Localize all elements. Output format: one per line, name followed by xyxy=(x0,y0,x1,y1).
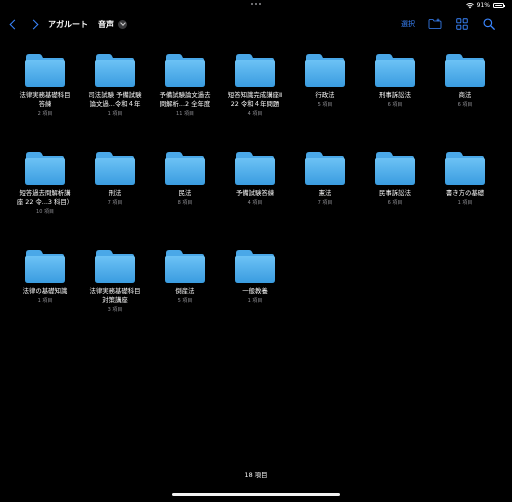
folder-item[interactable]: 法律実務基礎科目 答練 2 項目 xyxy=(10,52,80,150)
folder-item-count: 1 項目 xyxy=(107,111,123,117)
chevron-right-icon xyxy=(28,19,39,29)
folder-icon xyxy=(375,54,415,87)
item-count-footer: 18 項目 xyxy=(244,471,268,479)
folder-icon xyxy=(25,250,65,283)
folder-item-count: 2 項目 xyxy=(37,111,53,117)
folder-icon xyxy=(165,152,205,185)
folder-name: 倒産法 xyxy=(175,287,195,295)
folder-item[interactable]: 刑法 7 項目 xyxy=(80,150,150,248)
files-app-window: 91% アガルート 音声 選択 法律実務基礎科目 答練 2 項目 司法試験 予備… xyxy=(0,0,512,502)
folder-icon xyxy=(445,54,485,87)
folder-item[interactable]: 短答知識完成講座Ⅱ 22 令和４年問題 4 項目 xyxy=(220,52,290,150)
multitasking-dots[interactable] xyxy=(251,3,261,5)
navigation-bar: アガルート 音声 選択 xyxy=(0,12,512,36)
folder-icon xyxy=(25,54,65,87)
battery-percent: 91% xyxy=(476,2,490,9)
back-button[interactable] xyxy=(6,12,20,36)
folder-name: 司法試験 予備試験 論文過...令和４年 xyxy=(88,91,142,108)
folder-icon xyxy=(95,54,135,87)
folder-item[interactable]: 行政法 5 項目 xyxy=(290,52,360,150)
folder-item[interactable]: 司法試験 予備試験 論文過...令和４年 1 項目 xyxy=(80,52,150,150)
folder-name: 刑法 xyxy=(108,189,122,197)
folder-item[interactable]: 倒産法 5 項目 xyxy=(150,248,220,346)
folder-icon xyxy=(25,152,65,185)
folder-item[interactable]: 刑事訴訟法 6 項目 xyxy=(360,52,430,150)
folder-item-count: 8 項目 xyxy=(177,200,193,206)
folder-item-count: 1 項目 xyxy=(247,298,263,304)
folder-icon xyxy=(165,54,205,87)
folder-item[interactable]: 予備試験答練 4 項目 xyxy=(220,150,290,248)
folder-item-count: 10 項目 xyxy=(36,209,54,215)
folder-item-count: 4 項目 xyxy=(247,111,263,117)
folder-item-count: 6 項目 xyxy=(457,102,473,108)
search-icon[interactable] xyxy=(482,17,496,31)
folder-title-menu[interactable]: 音声 xyxy=(98,19,127,30)
folder-item[interactable]: 憲法 7 項目 xyxy=(290,150,360,248)
folder-item[interactable]: 商法 6 項目 xyxy=(430,52,500,150)
folder-item[interactable]: 短答過去問解析講 座 22 令...3 科目） 10 項目 xyxy=(10,150,80,248)
folder-item[interactable]: 民事訴訟法 6 項目 xyxy=(360,150,430,248)
folder-icon xyxy=(445,152,485,185)
folder-grid: 法律実務基礎科目 答練 2 項目 司法試験 予備試験 論文過...令和４年 1 … xyxy=(10,52,502,346)
folder-name: 一般教養 xyxy=(242,287,268,295)
folder-icon xyxy=(235,54,275,87)
breadcrumb-parent[interactable]: アガルート xyxy=(48,19,88,30)
folder-name: 民法 xyxy=(178,189,192,197)
folder-icon xyxy=(375,152,415,185)
folder-item-count: 1 項目 xyxy=(37,298,53,304)
folder-item-count: 4 項目 xyxy=(247,200,263,206)
folder-item-count: 6 項目 xyxy=(387,102,403,108)
folder-name: 予備試験答練 xyxy=(235,189,275,197)
folder-item[interactable]: 書き方の基礎 1 項目 xyxy=(430,150,500,248)
folder-name: 短答知識完成講座Ⅱ 22 令和４年問題 xyxy=(227,91,283,108)
folder-name: 法律の基礎知識 xyxy=(22,287,68,295)
folder-item-count: 7 項目 xyxy=(107,200,123,206)
folder-name: 商法 xyxy=(458,91,472,99)
folder-name: 民事訴訟法 xyxy=(379,189,411,197)
toolbar-actions: 選択 xyxy=(401,12,496,36)
folder-name: 憲法 xyxy=(318,189,332,197)
folder-name: 短答過去問解析講 座 22 令...3 科目） xyxy=(16,189,74,206)
folder-title: 音声 xyxy=(98,19,114,29)
folder-icon xyxy=(95,152,135,185)
folder-name: 予備試験論文過去 問解析...2 全年度 xyxy=(159,91,211,108)
folder-item-count: 3 項目 xyxy=(107,307,123,313)
folder-item-count: 7 項目 xyxy=(317,200,333,206)
folder-item-count: 1 項目 xyxy=(457,200,473,206)
folder-item[interactable]: 法律実務基礎科目 対策講座 3 項目 xyxy=(80,248,150,346)
folder-name: 行政法 xyxy=(315,91,335,99)
folder-name: 法律実務基礎科目 答練 xyxy=(19,91,71,108)
folder-item-count: 5 項目 xyxy=(177,298,193,304)
folder-item[interactable]: 民法 8 項目 xyxy=(150,150,220,248)
chevron-down-icon xyxy=(118,19,127,29)
forward-button[interactable] xyxy=(28,12,42,36)
breadcrumb: アガルート 音声 xyxy=(48,12,127,36)
folder-icon xyxy=(235,152,275,185)
folder-icon xyxy=(305,54,345,87)
status-bar: 91% xyxy=(0,0,512,12)
folder-icon xyxy=(165,250,205,283)
chevron-left-icon xyxy=(9,19,20,29)
folder-icon xyxy=(95,250,135,283)
battery-icon xyxy=(493,3,505,8)
view-options-icon[interactable] xyxy=(455,17,469,31)
select-button[interactable]: 選択 xyxy=(401,19,415,29)
status-indicators: 91% xyxy=(465,2,505,9)
new-folder-icon[interactable] xyxy=(428,17,442,31)
folder-item-count: 5 項目 xyxy=(317,102,333,108)
folder-name: 法律実務基礎科目 対策講座 xyxy=(89,287,141,304)
folder-name: 刑事訴訟法 xyxy=(379,91,411,99)
folder-icon xyxy=(305,152,345,185)
folder-item-count: 6 項目 xyxy=(387,200,403,206)
folder-item[interactable]: 法律の基礎知識 1 項目 xyxy=(10,248,80,346)
folder-item[interactable]: 予備試験論文過去 問解析...2 全年度 11 項目 xyxy=(150,52,220,150)
folder-name: 書き方の基礎 xyxy=(445,189,485,197)
wifi-icon xyxy=(465,2,474,8)
folder-item-count: 11 項目 xyxy=(176,111,194,117)
home-indicator[interactable] xyxy=(172,493,340,496)
folder-item[interactable]: 一般教養 1 項目 xyxy=(220,248,290,346)
folder-icon xyxy=(235,250,275,283)
